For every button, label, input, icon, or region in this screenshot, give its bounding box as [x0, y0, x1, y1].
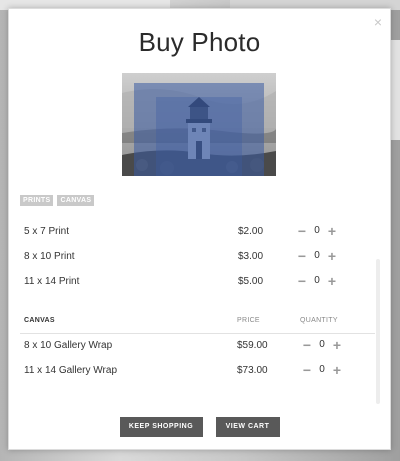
quantity-value[interactable]: 0	[313, 337, 331, 353]
item-name: 11 x 14 Gallery Wrap	[24, 365, 118, 376]
modal-title: Buy Photo	[138, 27, 261, 57]
decrement-button[interactable]: −	[296, 273, 308, 289]
keep-shopping-button[interactable]: KEEP SHOPPING	[119, 417, 203, 437]
print-row: 11 x 14 Print $5.00 − 0 +	[24, 273, 354, 289]
item-name: 8 x 10 Print	[24, 251, 75, 262]
product-type-tabs: PRINTS CANVAS	[20, 195, 95, 206]
decrement-button[interactable]: −	[296, 248, 308, 264]
scrollbar[interactable]	[376, 259, 380, 404]
quantity-stepper: − 0 +	[296, 223, 338, 239]
print-row: 8 x 10 Print $3.00 − 0 +	[24, 248, 354, 264]
canvas-row: 8 x 10 Gallery Wrap $59.00 − 0 +	[24, 337, 354, 353]
decrement-button[interactable]: −	[296, 223, 308, 239]
quantity-stepper: − 0 +	[296, 248, 338, 264]
quantity-stepper: − 0 +	[296, 273, 338, 289]
quantity-stepper: − 0 +	[301, 337, 343, 353]
lighthouse-photo-icon	[122, 73, 276, 176]
item-price: $5.00	[238, 276, 264, 287]
increment-button[interactable]: +	[326, 273, 338, 289]
price-column-header: PRICE	[237, 317, 260, 324]
canvas-table-header: CANVAS PRICE QUANTITY	[24, 317, 379, 331]
tab-canvas[interactable]: CANVAS	[57, 195, 95, 206]
item-name: 8 x 10 Gallery Wrap	[24, 340, 113, 351]
increment-button[interactable]: +	[326, 248, 338, 264]
buy-photo-modal: × Buy Photo PRINTS CANVAS 5 x 7 Print $2…	[8, 8, 391, 450]
quantity-stepper: − 0 +	[301, 362, 343, 378]
decrement-button[interactable]: −	[301, 337, 313, 353]
quantity-value[interactable]: 0	[308, 223, 326, 239]
view-cart-button[interactable]: VIEW CART	[215, 417, 280, 437]
quantity-value[interactable]: 0	[308, 248, 326, 264]
quantity-value[interactable]: 0	[313, 362, 331, 378]
item-price: $73.00	[237, 365, 268, 376]
increment-button[interactable]: +	[326, 223, 338, 239]
print-row: 5 x 7 Print $2.00 − 0 +	[24, 223, 354, 239]
decrement-button[interactable]: −	[301, 362, 313, 378]
divider	[20, 333, 375, 334]
item-name: 5 x 7 Print	[24, 226, 70, 237]
item-price: $3.00	[238, 251, 264, 262]
increment-button[interactable]: +	[331, 362, 343, 378]
tab-prints[interactable]: PRINTS	[20, 195, 54, 206]
quantity-column-header: QUANTITY	[300, 317, 338, 324]
photo-preview	[122, 73, 276, 176]
item-name: 11 x 14 Print	[24, 276, 80, 287]
canvas-row: 11 x 14 Gallery Wrap $73.00 − 0 +	[24, 362, 354, 378]
item-price: $59.00	[237, 340, 268, 351]
canvas-category-label: CANVAS	[24, 317, 55, 324]
quantity-value[interactable]: 0	[308, 273, 326, 289]
item-price: $2.00	[238, 226, 264, 237]
increment-button[interactable]: +	[331, 337, 343, 353]
modal-actions: KEEP SHOPPING VIEW CART	[9, 417, 390, 437]
